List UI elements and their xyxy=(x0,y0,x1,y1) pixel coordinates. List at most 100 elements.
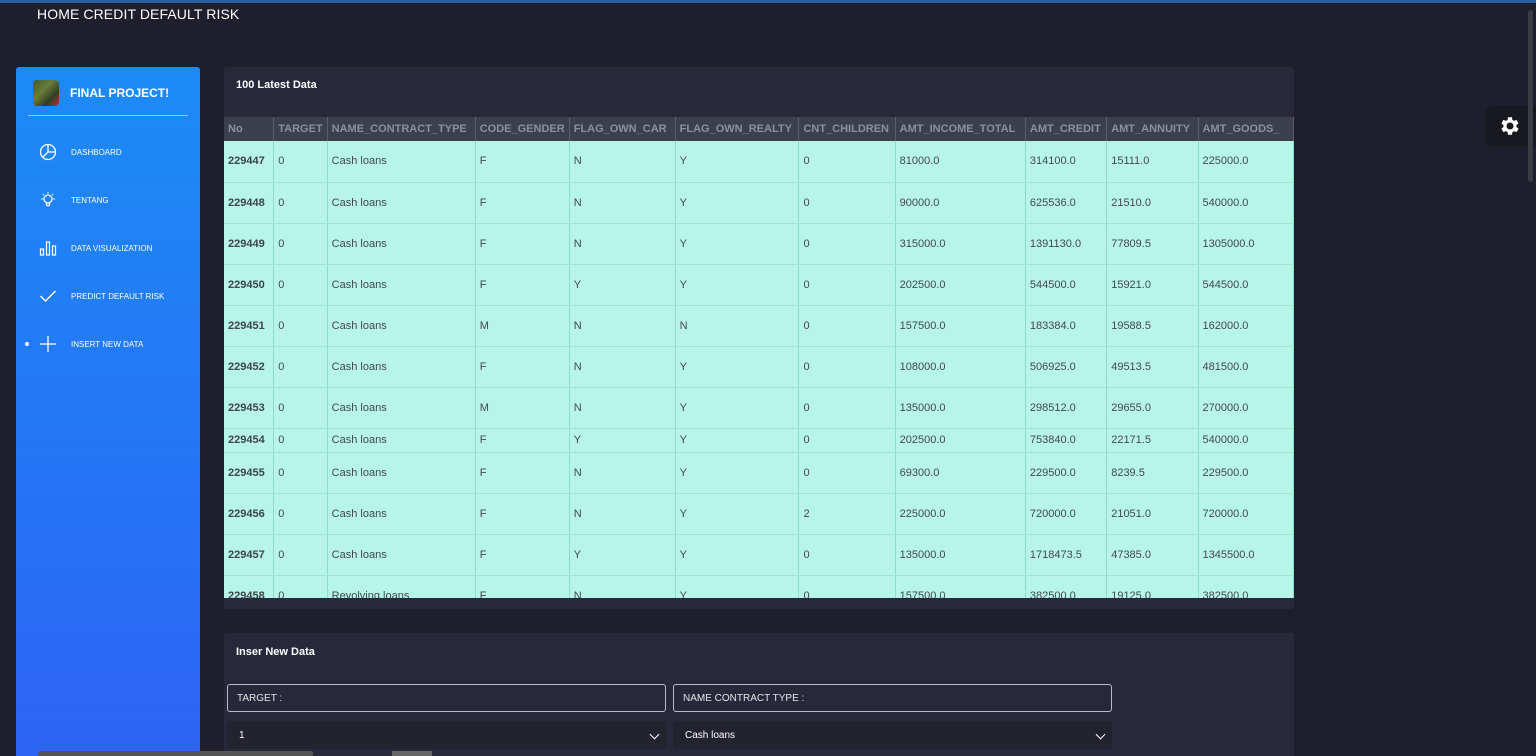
table-cell: Cash loans xyxy=(327,493,476,535)
table-cell: 0 xyxy=(273,534,328,576)
table-cell: 0 xyxy=(798,575,896,598)
table-cell: 15921.0 xyxy=(1106,264,1199,306)
table-cell: 202500.0 xyxy=(895,428,1026,453)
table-cell: 0 xyxy=(273,182,328,224)
horizontal-scrollbar-thumb[interactable] xyxy=(392,751,432,756)
contract-type-select[interactable]: Cash loans xyxy=(673,721,1112,749)
horizontal-scrollbar[interactable] xyxy=(38,751,313,756)
table-cell: Y xyxy=(675,452,800,494)
table-cell: 183384.0 xyxy=(1025,305,1108,347)
sidebar-item-label: DATA VISUALIZATION xyxy=(71,243,153,253)
chevron-down-icon xyxy=(649,729,660,740)
table-cell: Y xyxy=(675,387,800,429)
column-header[interactable]: AMT_GOODS_ xyxy=(1198,117,1294,141)
contract-type-label: NAME CONTRACT TYPE : xyxy=(673,684,1112,712)
table-cell: 540000.0 xyxy=(1198,428,1294,453)
brand-label: FINAL PROJECT! xyxy=(70,86,170,100)
sidebar-item-predict-default-risk[interactable]: PREDICT DEFAULT RISK xyxy=(16,282,200,310)
table-cell: M xyxy=(475,305,570,347)
page-scrollbar[interactable] xyxy=(1528,10,1533,182)
row-number-cell: 229450 xyxy=(224,264,275,306)
table-cell: N xyxy=(569,387,676,429)
table-cell: 19588.5 xyxy=(1106,305,1199,347)
column-header[interactable]: FLAG_OWN_CAR xyxy=(569,117,676,141)
table-cell: Cash loans xyxy=(327,264,476,306)
table-cell: F xyxy=(475,346,570,388)
table-cell: 0 xyxy=(273,223,328,265)
table-cell: 270000.0 xyxy=(1198,387,1294,429)
table-cell: 157500.0 xyxy=(895,575,1026,598)
table-cell: 229500.0 xyxy=(1198,452,1294,494)
row-number-cell: 229456 xyxy=(224,493,275,535)
chevron-down-icon xyxy=(1095,729,1106,740)
table-cell: F xyxy=(475,264,570,306)
active-indicator-dot xyxy=(25,342,29,346)
column-header[interactable]: CODE_GENDER xyxy=(475,117,570,141)
column-header[interactable]: FLAG_OWN_REALTY xyxy=(675,117,800,141)
table-cell: 157500.0 xyxy=(895,305,1026,347)
row-number-cell: 229457 xyxy=(224,534,275,576)
card-title: Inser New Data xyxy=(236,646,315,658)
table-cell: Cash loans xyxy=(327,452,476,494)
table-cell: 0 xyxy=(798,534,896,576)
table-cell: 0 xyxy=(273,428,328,453)
table-cell: 1718473.5 xyxy=(1025,534,1108,576)
table-cell: 0 xyxy=(798,346,896,388)
card-title: 100 Latest Data xyxy=(236,79,317,91)
column-header[interactable]: AMT_INCOME_TOTAL xyxy=(895,117,1026,141)
table-row: 229450 0 Cash loans F Y Y 0 202500.0 544500.0 159… xyxy=(224,264,1294,306)
table-row: 229457 0 Cash loans F Y Y 0 135000.0 1718473.5 47… xyxy=(224,534,1294,576)
table-row: 229456 0 Cash loans F N Y 2 225000.0 720000.0 210… xyxy=(224,493,1294,535)
bar-chart-icon xyxy=(39,241,57,256)
column-header[interactable]: CNT_CHILDREN xyxy=(798,117,896,141)
target-select-value: 1 xyxy=(239,729,245,741)
app-title: HOME CREDIT DEFAULT RISK xyxy=(37,6,240,22)
column-header[interactable]: AMT_CREDIT xyxy=(1025,117,1108,141)
sidebar-item-insert-new-data[interactable]: INSERT NEW DATA xyxy=(16,330,200,358)
row-number-cell: 229451 xyxy=(224,305,275,347)
column-header[interactable]: NAME_CONTRACT_TYPE xyxy=(327,117,476,141)
table-cell: 19125.0 xyxy=(1106,575,1199,598)
table-cell: 0 xyxy=(798,141,896,183)
sidebar-item-dashboard[interactable]: DASHBOARD xyxy=(16,138,200,166)
table-cell: F xyxy=(475,182,570,224)
table-cell: 22171.5 xyxy=(1106,428,1199,453)
brand[interactable]: FINAL PROJECT! xyxy=(33,80,169,106)
sidebar: FINAL PROJECT! DASHBOARD TENTANG DATA VI… xyxy=(16,67,200,756)
table-cell: 21510.0 xyxy=(1106,182,1199,224)
table-cell: 315000.0 xyxy=(895,223,1026,265)
row-number-cell: 229455 xyxy=(224,452,275,494)
table-cell: 0 xyxy=(273,387,328,429)
target-select[interactable]: 1 xyxy=(227,721,666,749)
row-number-cell: 229454 xyxy=(224,428,275,453)
table-row: 229458 0 Revolving loans F N Y 0 157500.0 382500… xyxy=(224,575,1294,598)
table-cell: 0 xyxy=(273,346,328,388)
table-cell: F xyxy=(475,428,570,453)
table-cell: 1305000.0 xyxy=(1198,223,1294,265)
latest-data-card: 100 Latest Data No TARGET NAME_CONTRACT_… xyxy=(224,67,1294,609)
table-cell: 225000.0 xyxy=(1198,141,1294,183)
table-cell: 0 xyxy=(273,141,328,183)
column-header[interactable]: TARGET xyxy=(273,117,328,141)
table-cell: 69300.0 xyxy=(895,452,1026,494)
table-cell: 202500.0 xyxy=(895,264,1026,306)
table-cell: 540000.0 xyxy=(1198,182,1294,224)
column-header[interactable]: AMT_ANNUITY xyxy=(1106,117,1199,141)
row-number-cell: 229458 xyxy=(224,575,275,598)
sidebar-item-data-visualization[interactable]: DATA VISUALIZATION xyxy=(16,234,200,262)
insert-new-data-card: Inser New Data TARGET : NAME CONTRACT TY… xyxy=(224,633,1294,756)
table-cell: Cash loans xyxy=(327,387,476,429)
sidebar-item-tentang[interactable]: TENTANG xyxy=(16,186,200,214)
column-header[interactable]: No xyxy=(224,117,275,141)
table-cell: 29655.0 xyxy=(1106,387,1199,429)
window-top-border xyxy=(0,0,1536,3)
latest-data-table-wrapper[interactable]: No TARGET NAME_CONTRACT_TYPE CODE_GENDER… xyxy=(224,117,1294,598)
table-cell: Y xyxy=(675,264,800,306)
table-cell: 21051.0 xyxy=(1106,493,1199,535)
table-cell: 162000.0 xyxy=(1198,305,1294,347)
table-cell: 0 xyxy=(798,182,896,224)
table-cell: 0 xyxy=(273,305,328,347)
table-cell: Y xyxy=(569,534,676,576)
table-cell: N xyxy=(569,346,676,388)
table-cell: F xyxy=(475,534,570,576)
